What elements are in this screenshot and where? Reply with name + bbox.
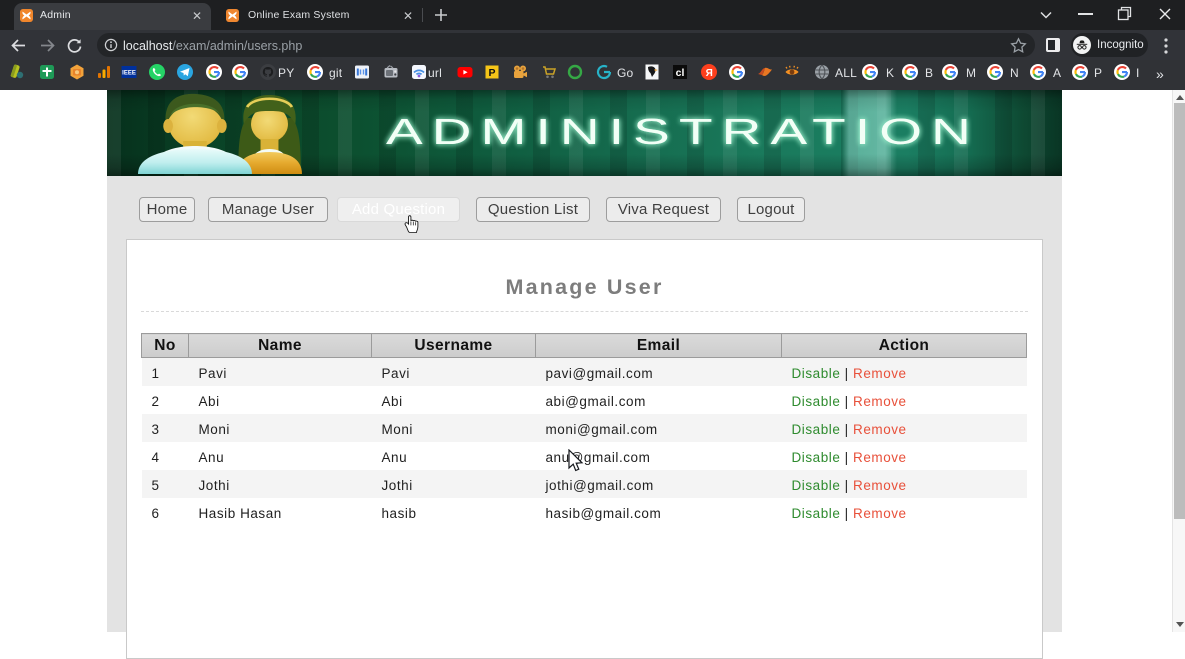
svg-text:Я: Я [706, 68, 713, 79]
svg-text:IEEE: IEEE [122, 71, 136, 77]
svg-text:P: P [488, 67, 495, 79]
svg-text:cl: cl [676, 67, 685, 79]
svg-text:ADMINISTRATION: ADMINISTRATION [386, 111, 980, 152]
